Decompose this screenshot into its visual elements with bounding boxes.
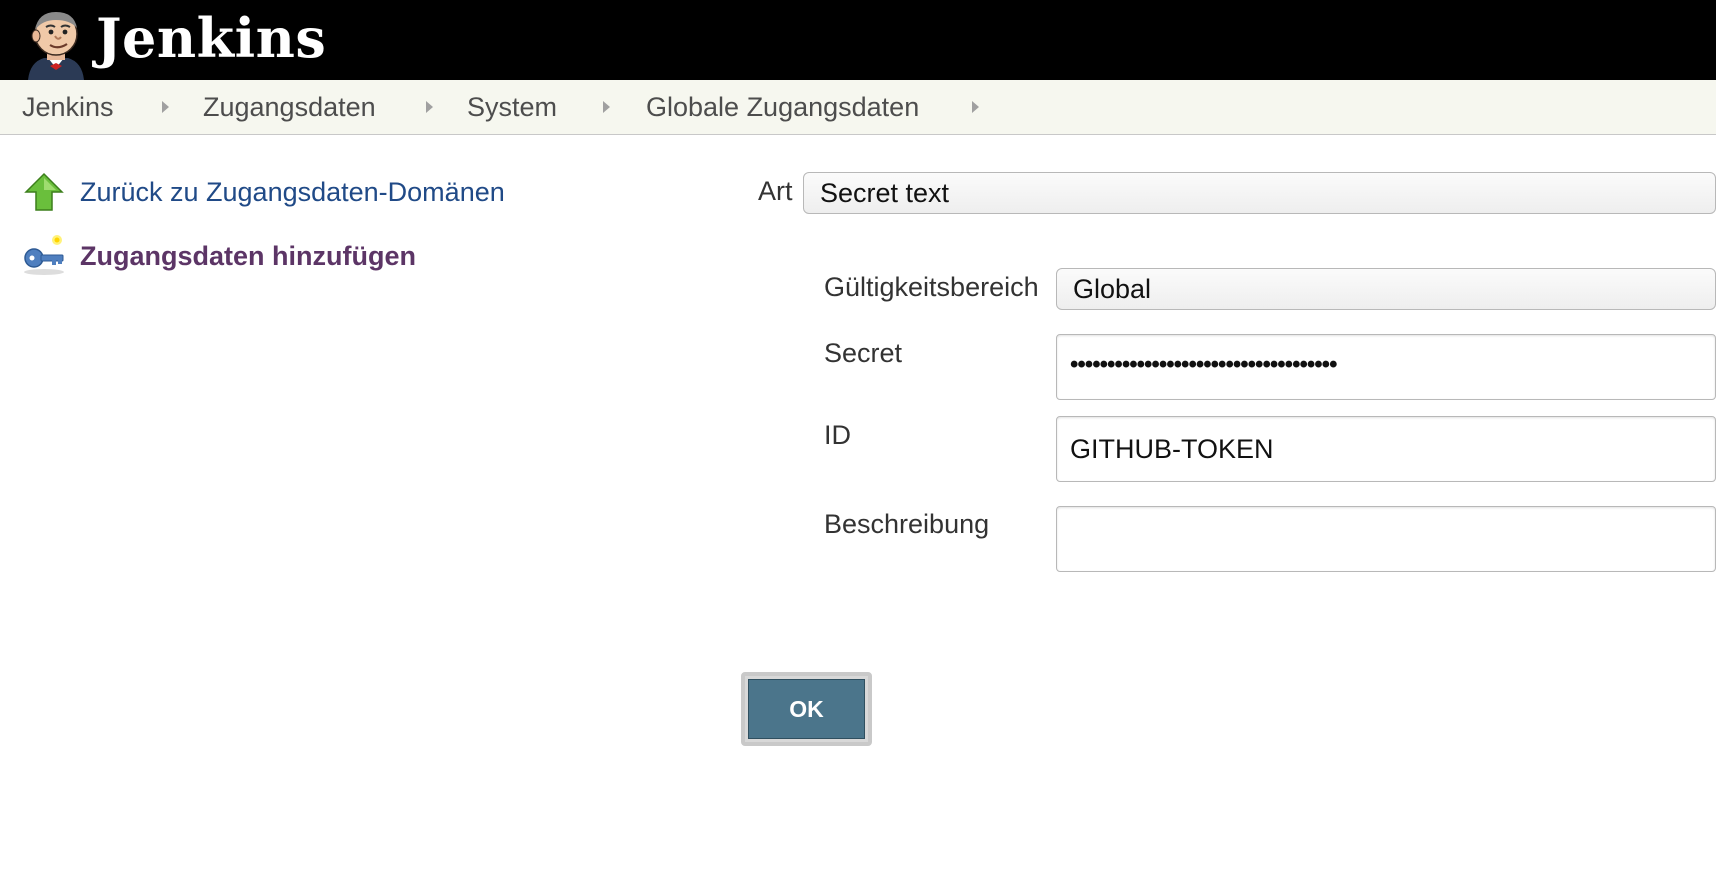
breadcrumb-chevron-icon[interactable] xyxy=(972,101,979,113)
id-label: ID xyxy=(824,420,851,450)
secret-label: Secret xyxy=(824,338,903,368)
breadcrumb-chevron-icon[interactable] xyxy=(426,101,433,113)
description-field[interactable] xyxy=(1056,506,1716,572)
breadcrumb-chevron-icon[interactable] xyxy=(162,101,169,113)
breadcrumb-item-system[interactable]: System xyxy=(467,80,557,134)
ok-button[interactable]: OK xyxy=(741,672,872,746)
id-field[interactable]: GITHUB-TOKEN xyxy=(1056,416,1716,482)
brand-title[interactable]: Jenkins xyxy=(96,2,326,74)
breadcrumb-chevron-icon[interactable] xyxy=(603,101,610,113)
kind-select[interactable]: Secret text xyxy=(803,172,1716,214)
back-to-domains-label: Zurück zu Zugangsdaten-Domänen xyxy=(80,177,505,207)
description-label: Beschreibung xyxy=(824,509,990,539)
add-credentials-label: Zugangsdaten hinzufügen xyxy=(80,241,416,271)
up-arrow-icon xyxy=(22,170,66,214)
key-icon xyxy=(22,234,66,278)
header-bar: Jenkins xyxy=(0,0,1716,80)
kind-label: Art xyxy=(758,176,793,206)
breadcrumb-item-zugangsdaten[interactable]: Zugangsdaten xyxy=(203,80,376,134)
scope-select[interactable]: Global xyxy=(1056,268,1716,310)
ok-button-label: OK xyxy=(748,679,865,739)
breadcrumb-item-globale-zugangsdaten[interactable]: Globale Zugangsdaten xyxy=(646,80,919,134)
jenkins-logo-icon[interactable] xyxy=(22,6,90,80)
secret-field[interactable]: •••••••••••••••••••••••••••••••••••• xyxy=(1056,334,1716,400)
scope-label: Gültigkeitsbereich xyxy=(824,272,1039,302)
breadcrumb-item-jenkins[interactable]: Jenkins xyxy=(22,80,114,134)
breadcrumb: Jenkins Zugangsdaten System Globale Zuga… xyxy=(0,80,1716,135)
